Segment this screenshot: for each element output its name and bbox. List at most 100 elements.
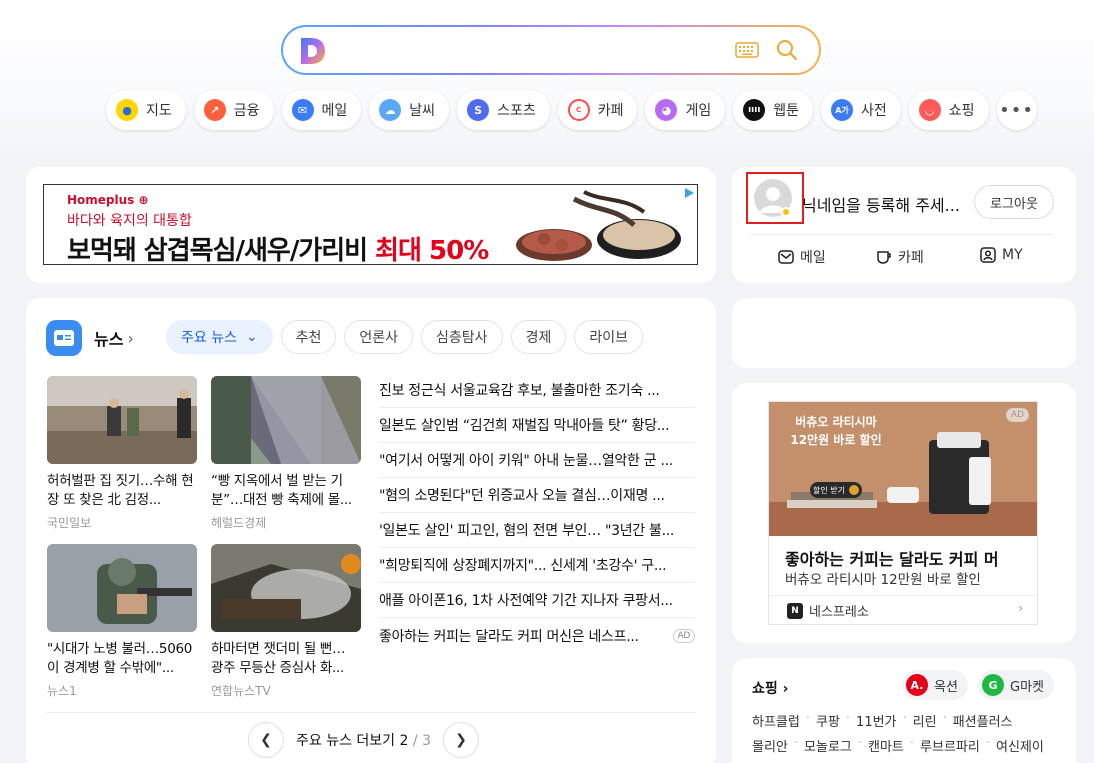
divider xyxy=(769,595,1037,596)
shortcut-game[interactable]: ◕ 게임 xyxy=(645,90,726,130)
nickname-prompt[interactable]: 닉네임을 등록해 주세... xyxy=(802,192,960,216)
more-news-link[interactable]: 주요 뉴스 더보기 2 / 3 xyxy=(296,730,431,750)
login-link-cafe[interactable]: 카페 xyxy=(876,247,924,267)
shop-link[interactable]: 리린 xyxy=(913,711,937,730)
news-thumbnail xyxy=(47,376,197,464)
keyboard-icon[interactable] xyxy=(735,41,759,59)
search-bar[interactable] xyxy=(281,25,821,75)
headline-item[interactable]: 애플 아이폰16, 1차 사전예약 기간 지나자 쿠팡서... xyxy=(379,583,695,618)
shopping-card: 쇼핑 › A. 옥션 G G마켓 하프클럽 · 쿠팡 · 11번가 · 리린 · 패션플… xyxy=(732,658,1076,763)
shortcut-dictionary[interactable]: A가 사전 xyxy=(821,90,901,130)
headline-item[interactable]: 일본도 살인범 “김건희 재벌집 막내아들 탓” 황당... xyxy=(379,408,695,443)
news-header[interactable]: 뉴스 › xyxy=(46,320,134,356)
shop-link[interactable]: 하프클럽 xyxy=(752,711,800,730)
shortcut-weather[interactable]: ☁ 날씨 xyxy=(369,90,450,130)
shortcut-shopping[interactable]: ◡ 쇼핑 xyxy=(908,90,989,130)
cafe-icon: C xyxy=(567,99,590,121)
shortcut-mail[interactable]: ✉ 메일 xyxy=(281,90,362,130)
shortcut-finance[interactable]: ↗ 금융 xyxy=(193,90,274,130)
headline-item[interactable]: "희망퇴직에 상장폐지까지"... 신세계 '초강수' 구... xyxy=(379,548,695,583)
chevron-right-icon: ❯ xyxy=(455,732,467,748)
headline-item[interactable]: '일본도 살인' 피고인, 혐의 전면 부인… "3년간 불... xyxy=(379,513,695,548)
map-pin-icon: ● xyxy=(116,99,138,121)
shop-link[interactable]: 모놀로그 xyxy=(804,736,852,755)
svg-text:할인 받기: 할인 받기 xyxy=(813,485,845,495)
service-shortcuts: ● 지도 ↗ 금융 ✉ 메일 ☁ 날씨 S 스포츠 C 카페 ◕ 게임 ıııı 웹툰 A가 사전… xyxy=(106,90,1037,130)
divider xyxy=(46,712,696,713)
shopping-links-row: 몰리안 · 모놀로그 · 캔마트 · 루브르파리 · 여신제이 xyxy=(752,736,1044,755)
tab-press[interactable]: 언론사 xyxy=(344,320,414,354)
next-page-button[interactable]: ❯ xyxy=(442,722,479,758)
news-thumbnail xyxy=(211,376,361,464)
logout-button[interactable]: 로그아웃 xyxy=(974,185,1054,219)
headline-item[interactable]: "혐의 소명된다"던 위증교사 오늘 결심…이재명 ... xyxy=(379,478,695,513)
headline-item[interactable]: "여기서 어떻게 아이 키워" 아내 눈물…열악한 군 ... xyxy=(379,443,695,478)
chevron-left-icon: ❮ xyxy=(260,732,272,748)
headline-list: 진보 정근식 서울교육감 후보, 불출마한 조기숙 ... 일본도 살인범 “김… xyxy=(379,373,695,653)
search-icon[interactable] xyxy=(776,39,798,61)
headline-item[interactable]: 진보 정근식 서울교육감 후보, 불출마한 조기숙 ... xyxy=(379,373,695,408)
chevron-down-icon: ⌄ xyxy=(245,329,258,345)
daum-logo-icon xyxy=(301,38,325,64)
homeplus-ad-banner[interactable]: Homeplus ⊕ 바다와 육지의 대통합 보먹돼 삼겹목심/새우/가리비 최… xyxy=(43,184,698,265)
tab-in-depth[interactable]: 심층탐사 xyxy=(421,320,503,354)
gmarket-chip[interactable]: G G마켓 xyxy=(978,670,1054,700)
tab-live[interactable]: 라이브 xyxy=(574,320,643,354)
promo-subtitle: 버츄오 라티시마 12만원 바로 할인 xyxy=(785,572,981,588)
gmarket-icon: G xyxy=(982,674,1004,696)
shopping-title[interactable]: 쇼핑 › xyxy=(752,678,788,698)
news-thumbnail xyxy=(211,544,361,632)
shop-link[interactable]: 쿠팡 xyxy=(816,711,840,730)
cafe-cup-icon xyxy=(877,251,891,264)
profile-avatar-highlight[interactable] xyxy=(746,172,804,224)
login-link-my[interactable]: MY xyxy=(980,247,1023,263)
ad-subtitle: 바다와 육지의 대통합 xyxy=(67,213,192,229)
weather-cloud-icon: ☁ xyxy=(379,99,402,121)
shop-link[interactable]: 루브르파리 xyxy=(920,736,980,755)
shop-link[interactable]: 11번가 xyxy=(856,711,896,730)
search-input[interactable] xyxy=(339,35,719,65)
shop-link[interactable]: 여신제이 xyxy=(996,736,1044,755)
divider xyxy=(750,234,1054,235)
shortcut-sports[interactable]: S 스포츠 xyxy=(457,90,550,130)
news-thumb-item[interactable]: "시대가 노병 불러…5060이 경계병 할 수밖에"... 뉴스1 xyxy=(47,544,197,699)
news-thumb-item[interactable]: “빵 지옥에서 벌 받는 기분”…대전 빵 축제에 몰... 헤럴드경제 xyxy=(211,376,361,531)
shopping-bag-icon: ◡ xyxy=(918,99,941,121)
nespresso-ad[interactable]: 버츄오 라티시마 12만원 바로 할인 할인 받기 AD 좋아하는 커피는 달라… xyxy=(768,401,1038,625)
news-icon xyxy=(46,320,82,356)
shortcut-webtoon[interactable]: ıııı 웹툰 xyxy=(733,90,813,130)
news-thumb-item[interactable]: 허허벌판 집 짓기…수해 현장 또 찾은 北 김정... 국민일보 xyxy=(47,376,197,531)
shopping-links-row: 하프클럽 · 쿠팡 · 11번가 · 리린 · 패션플러스 xyxy=(752,711,1013,730)
shop-link[interactable]: 패션플러스 xyxy=(953,711,1013,730)
tab-main-news[interactable]: 주요 뉴스 ⌄ xyxy=(166,320,273,354)
more-dots-icon: ••• xyxy=(999,99,1034,121)
ad-banner-card: Homeplus ⊕ 바다와 육지의 대통합 보먹돼 삼겹목심/새우/가리비 최… xyxy=(26,167,716,283)
prev-page-button[interactable]: ❮ xyxy=(248,722,284,758)
my-profile-icon xyxy=(980,247,996,263)
nespresso-logo-icon: N xyxy=(787,602,803,619)
promo-brand: N 네스프레소 xyxy=(787,601,869,620)
shortcut-map[interactable]: ● 지도 xyxy=(106,90,186,130)
game-controller-icon: ◕ xyxy=(655,99,678,121)
news-thumb-item[interactable]: 하마터면 잿더미 될 뻔… 광주 무등산 증심사 화... 연합뉴스TV xyxy=(211,544,361,699)
promo-title: 좋아하는 커피는 달라도 커피 머 xyxy=(785,550,999,569)
news-pager: ❮ 주요 뉴스 더보기 2 / 3 ❯ xyxy=(248,722,479,758)
tab-recommend[interactable]: 추천 xyxy=(280,320,337,354)
shortcut-cafe[interactable]: C 카페 xyxy=(557,90,638,130)
adchoices-icon[interactable] xyxy=(683,187,695,199)
auction-chip[interactable]: A. 옥션 xyxy=(902,670,968,700)
svg-text:버츄오 라티시마: 버츄오 라티시마 xyxy=(795,414,876,429)
finance-chart-icon: ↗ xyxy=(203,99,226,121)
news-thumbnail xyxy=(47,544,197,632)
login-link-mail[interactable]: 메일 xyxy=(778,247,826,267)
svg-text:12만원 바로 할인: 12만원 바로 할인 xyxy=(790,432,881,447)
seafood-image xyxy=(516,190,681,261)
more-services-button[interactable]: ••• xyxy=(996,90,1037,130)
dictionary-icon: A가 xyxy=(831,99,853,121)
shop-link[interactable]: 몰리안 xyxy=(752,736,788,755)
sports-icon: S xyxy=(467,99,490,121)
chevron-right-icon: › xyxy=(127,328,134,348)
shop-link[interactable]: 캔마트 xyxy=(868,736,904,755)
headline-item-ad[interactable]: 좋아하는 커피는 달라도 커피 머신은 네스프... AD xyxy=(379,618,695,653)
tab-economy[interactable]: 경제 xyxy=(510,320,567,354)
